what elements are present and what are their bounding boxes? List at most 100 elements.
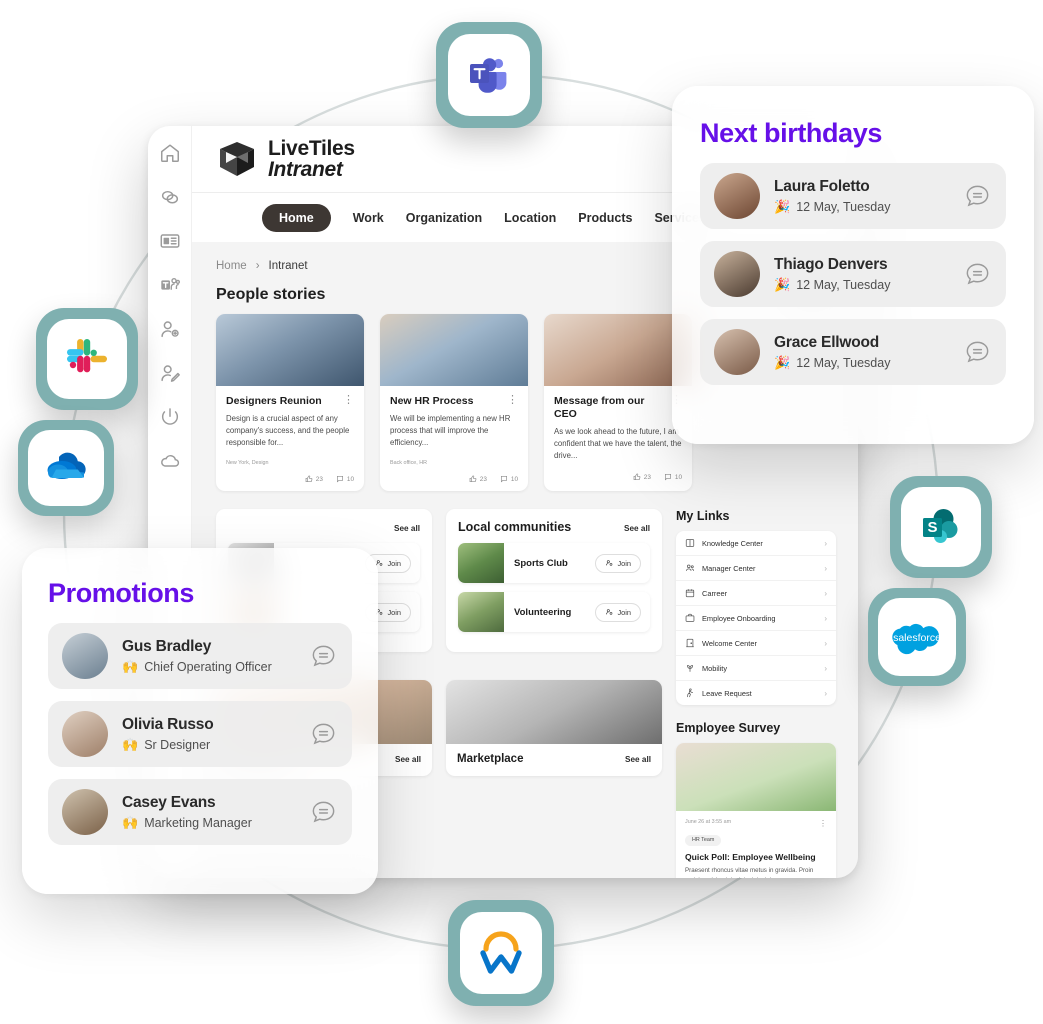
svg-text:S: S [927, 519, 937, 536]
power-icon[interactable] [159, 406, 181, 428]
survey-menu-icon[interactable]: ⋮ [819, 819, 827, 828]
story-title: Designers Reunion [226, 395, 322, 407]
link-label: Welcome Center [702, 638, 757, 648]
employee-survey-card[interactable]: June 26 at 3:55 am ⋮ HR Team Quick Poll:… [676, 743, 836, 878]
birthday-row[interactable]: Thiago Denvers 🎉 12 May, Tuesday [700, 241, 1006, 307]
link-item-carreer[interactable]: Carreer › [676, 581, 836, 607]
walk-icon [685, 688, 695, 698]
briefcase-icon [685, 613, 695, 623]
link-item-employee-onboarding[interactable]: Employee Onboarding › [676, 606, 836, 632]
join-button[interactable]: Join [595, 553, 641, 573]
birthday-row[interactable]: Laura Foletto 🎉 12 May, Tuesday [700, 163, 1006, 229]
link-item-knowledge-center[interactable]: Knowledge Center › [676, 531, 836, 557]
nav-item-organization[interactable]: Organization [406, 211, 482, 225]
salesforce-icon: salesforce [892, 623, 941, 655]
workday-icon [480, 931, 522, 974]
story-title: Message from our CEO [554, 395, 645, 421]
comment-count[interactable]: 10 [664, 473, 682, 481]
chevron-right-icon: › [824, 588, 827, 598]
comment-count[interactable]: 10 [500, 475, 518, 483]
chat-icon[interactable] [963, 260, 992, 289]
hidden-panel-title [228, 520, 231, 534]
like-count[interactable]: 23 [305, 475, 323, 483]
avatar [714, 329, 760, 375]
comment-count[interactable]: 10 [336, 475, 354, 483]
story-menu-icon[interactable]: ⋮ [343, 395, 354, 406]
local-communities-see-all[interactable]: See all [624, 524, 650, 533]
brand-logo[interactable]: LiveTiles Intranet [217, 137, 355, 181]
link-item-leave-request[interactable]: Leave Request › [676, 681, 836, 705]
media-card-see-all[interactable]: See all [625, 755, 651, 764]
local-communities-title: Local communities [458, 520, 572, 535]
nav-item-work[interactable]: Work [353, 211, 384, 225]
survey-team-chip: HR Team [685, 834, 722, 846]
link-label: Knowledge Center [702, 538, 763, 548]
link-item-mobility[interactable]: Mobility › [676, 656, 836, 682]
promotion-row[interactable]: Gus Bradley 🙌 Chief Operating Officer [48, 623, 352, 689]
logo-line-2: Intranet [268, 158, 343, 181]
community-row[interactable]: Volunteering Join [458, 592, 650, 633]
person-add-icon[interactable] [159, 318, 181, 340]
calendar-icon [685, 588, 695, 598]
nav-item-products[interactable]: Products [578, 211, 632, 225]
person-name: Grace Ellwood [774, 333, 880, 351]
news-icon[interactable] [159, 230, 181, 252]
app-tile-workday[interactable] [448, 900, 554, 1006]
app-tile-onedrive[interactable] [18, 420, 114, 516]
breadcrumb-root[interactable]: Home [216, 260, 247, 272]
link-item-welcome-center[interactable]: Welcome Center › [676, 631, 836, 657]
like-count[interactable]: 23 [469, 475, 487, 483]
cloud-icon[interactable] [159, 450, 181, 472]
promotion-row[interactable]: Casey Evans 🙌 Marketing Manager [48, 779, 352, 845]
story-menu-icon[interactable]: ⋮ [507, 395, 518, 406]
chat-icon[interactable] [309, 720, 338, 749]
join-button[interactable]: Join [595, 602, 641, 622]
community-thumbnail [458, 543, 504, 584]
chat-icon[interactable] [963, 338, 992, 367]
promotion-row[interactable]: Olivia Russo 🙌 Sr Designer [48, 701, 352, 767]
hidden-panel-see-all[interactable]: See all [394, 524, 420, 533]
app-tile-slack[interactable] [36, 308, 138, 410]
chat-icon[interactable] [309, 642, 338, 671]
teams-icon[interactable] [159, 274, 181, 296]
next-birthdays-panel: Next birthdays Laura Foletto 🎉 12 May, Tu… [672, 86, 1034, 444]
plant-icon [685, 663, 695, 673]
promotions-panel: Promotions Gus Bradley 🙌 Chief Operating … [22, 548, 378, 894]
media-card-see-all[interactable]: See all [395, 755, 421, 764]
story-thumbnail [544, 314, 692, 386]
link-label: Employee Onboarding [702, 613, 776, 623]
home-icon[interactable] [159, 142, 181, 164]
raised-hands-icon: 🙌 [122, 814, 139, 830]
avatar [714, 173, 760, 219]
app-tile-salesforce[interactable]: salesforce [868, 588, 966, 686]
person-edit-icon[interactable] [159, 362, 181, 384]
story-card[interactable]: Designers Reunion ⋮ Design is a crucial … [216, 314, 364, 492]
story-card[interactable]: New HR Process ⋮ We will be implementing… [380, 314, 528, 492]
survey-post-body: Praesent rhoncus vitae metus in gravida.… [685, 866, 814, 878]
app-tile-microsoft-teams[interactable] [436, 22, 542, 128]
link-item-manager-center[interactable]: Manager Center › [676, 556, 836, 582]
story-card[interactable]: Message from our CEO ⋮ As we look ahead … [544, 314, 692, 492]
community-row[interactable]: Sports Club Join [458, 543, 650, 584]
story-tag: Back office, HR [390, 460, 428, 467]
app-tile-sharepoint[interactable]: S [890, 476, 992, 578]
birthday-row[interactable]: Grace Ellwood 🎉 12 May, Tuesday [700, 319, 1006, 385]
links-icon[interactable] [159, 186, 181, 208]
link-label: Carreer [702, 588, 728, 598]
slack-icon [67, 339, 107, 373]
link-label: Manager Center [702, 563, 756, 573]
chat-icon[interactable] [963, 182, 992, 211]
chevron-right-icon: › [824, 538, 827, 548]
media-card-marketplace[interactable]: Marketplace See all [446, 680, 662, 777]
chat-icon[interactable] [309, 798, 338, 827]
link-label: Leave Request [702, 688, 752, 698]
people-icon [685, 563, 695, 573]
chevron-right-icon: › [824, 688, 827, 698]
nav-item-location[interactable]: Location [504, 211, 556, 225]
person-name: Gus Bradley [122, 637, 212, 655]
onedrive-icon [47, 452, 86, 479]
microsoft-teams-icon [470, 58, 507, 93]
nav-item-home[interactable]: Home [262, 203, 331, 232]
person-name: Olivia Russo [122, 715, 214, 733]
like-count[interactable]: 23 [633, 473, 651, 481]
